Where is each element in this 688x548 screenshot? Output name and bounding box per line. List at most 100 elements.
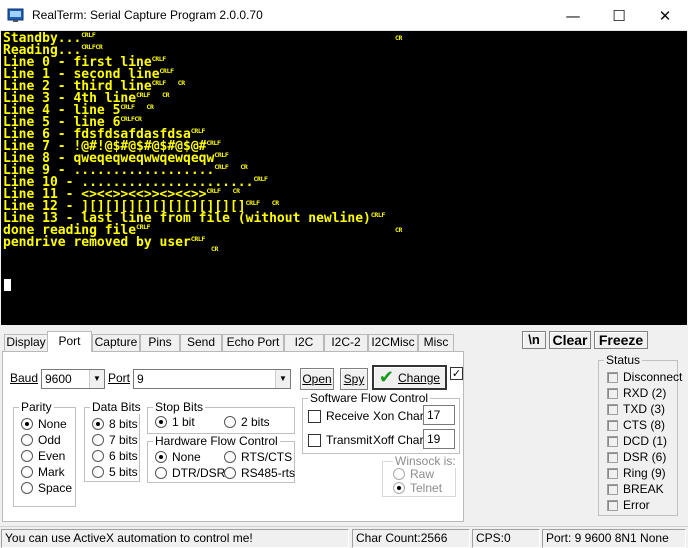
sw-flow-group: Software Flow Control Receive Xon Char: … [302, 391, 460, 454]
led-indicator [607, 467, 618, 479]
data-bits-7-radio[interactable]: 7 bits [92, 433, 138, 447]
stop-bits-title: Stop Bits [153, 400, 206, 414]
control-chars: CR [271, 199, 279, 207]
newline-button[interactable]: \n [522, 331, 546, 349]
xon-label: Xon Char: [373, 409, 428, 423]
status-break: BREAK [607, 482, 664, 496]
transmit-checkbox[interactable]: Transmit [308, 433, 372, 447]
parity-even-radio[interactable]: Even [21, 449, 65, 463]
status-error: Error [607, 498, 650, 512]
hw-flow-rtscts-radio[interactable]: RTS/CTS [224, 450, 292, 464]
stop-bits-2-radio[interactable]: 2 bits [224, 415, 270, 429]
change-button[interactable]: ✔ Change [372, 365, 447, 390]
tab-i2cmisc[interactable]: I2CMisc [368, 334, 418, 351]
app-icon [7, 7, 25, 23]
data-bits-8-radio[interactable]: 8 bits [92, 417, 138, 431]
control-chars: CRLF [245, 199, 260, 207]
control-chars: CRLF [214, 151, 229, 159]
control-chars: CRLFCR [81, 43, 103, 51]
tab-strip: Display Port Capture Pins Send Echo Port… [0, 331, 600, 352]
led-indicator [607, 419, 618, 431]
control-chars: CR [232, 187, 240, 195]
control-chars: CR [162, 91, 170, 99]
title-bar: RealTerm: Serial Capture Program 2.0.0.7… [0, 0, 688, 31]
winsock-raw-radio[interactable]: Raw [393, 467, 434, 481]
port-select[interactable]: 9 ▼ [133, 369, 291, 389]
hw-flow-none-radio[interactable]: None [155, 450, 201, 464]
winsock-telnet-radio[interactable]: Telnet [393, 481, 442, 495]
control-chars: CRLFCR [120, 115, 142, 123]
terminal-line-text: pendrive removed by user [3, 235, 191, 250]
control-chars: CRLF [370, 211, 385, 219]
control-chars: CRLF [136, 91, 151, 99]
stop-bits-1-radio[interactable]: 1 bit [155, 415, 195, 429]
chevron-down-icon[interactable]: ▼ [89, 370, 104, 388]
close-button[interactable]: ✕ [642, 0, 688, 31]
parity-odd-radio[interactable]: Odd [21, 433, 61, 447]
hw-flow-group: Hardware Flow Control None RTS/CTS DTR/D… [147, 434, 295, 483]
status-bar: You can use ActiveX automation to contro… [0, 526, 688, 548]
open-button[interactable]: Open [300, 368, 334, 390]
hw-flow-rs485-radio[interactable]: RS485-rts [224, 466, 295, 480]
parity-mark-radio[interactable]: Mark [21, 465, 65, 479]
tab-pins[interactable]: Pins [140, 334, 180, 351]
led-indicator [607, 451, 618, 463]
change-checkbox[interactable]: ✓ [450, 367, 463, 380]
control-chars: CRLF [214, 163, 229, 171]
sw-flow-title: Software Flow Control [308, 391, 431, 405]
chevron-down-icon[interactable]: ▼ [275, 370, 290, 388]
led-indicator [607, 387, 618, 399]
control-chars: CRLF [206, 139, 221, 147]
parity-group: Parity None Odd Even Mark Space [13, 400, 76, 507]
data-bits-6-radio[interactable]: 6 bits [92, 449, 138, 463]
minimize-button[interactable]: — [550, 0, 596, 31]
data-bits-title: Data Bits [90, 400, 143, 414]
status-txd: TXD (3) [607, 402, 665, 416]
status-title: Status [604, 353, 643, 367]
change-label: Change [398, 370, 441, 385]
spy-button[interactable]: Spy [340, 368, 368, 390]
freeze-button[interactable]: Freeze [594, 331, 648, 349]
control-chars: CRLF [190, 235, 205, 243]
control-chars: CRLF [136, 223, 151, 231]
tab-send[interactable]: Send [180, 334, 222, 351]
data-bits-group: Data Bits 8 bits 7 bits 6 bits 5 bits [84, 400, 143, 482]
led-indicator [607, 499, 618, 511]
terminal-display[interactable]: Standby...CRLF CR Reading...CRLFCR Line 0 -… [1, 31, 687, 325]
control-chars: CRLF [81, 31, 96, 39]
winsock-title: Winsock is: [393, 454, 458, 468]
xoff-input[interactable]: 19 [423, 429, 455, 449]
control-chars: CR [177, 79, 185, 87]
status-disconnect: Disconnect [607, 370, 682, 384]
hw-flow-dtrdsr-radio[interactable]: DTR/DSR [155, 466, 225, 480]
baud-select[interactable]: 9600 ▼ [41, 369, 105, 389]
clear-button[interactable]: Clear [549, 331, 591, 349]
tab-echo-port[interactable]: Echo Port [222, 334, 284, 351]
control-chars: CR [240, 163, 248, 171]
control-chars: CRLF [151, 55, 166, 63]
tab-capture[interactable]: Capture [92, 334, 140, 351]
xon-input[interactable]: 17 [423, 405, 455, 425]
tab-i2c[interactable]: I2C [284, 334, 324, 351]
data-bits-5-radio[interactable]: 5 bits [92, 465, 138, 479]
tab-display[interactable]: Display [4, 334, 48, 351]
control-chars: CRLF [159, 67, 174, 75]
hw-flow-title: Hardware Flow Control [153, 434, 280, 448]
port-tab-panel: Baud 9600 ▼ Port 9 ▼ Open Spy ✔ Change ✓… [2, 351, 464, 522]
tab-misc[interactable]: Misc [418, 334, 454, 351]
tab-port[interactable]: Port [47, 331, 92, 352]
control-chars: CRLF [253, 175, 268, 183]
control-chars: CR [395, 34, 403, 42]
status-cts: CTS (8) [607, 418, 665, 432]
parity-none-radio[interactable]: None [21, 417, 67, 431]
status-rxd: RXD (2) [607, 386, 666, 400]
maximize-button[interactable]: ☐ [596, 0, 642, 31]
receive-checkbox[interactable]: Receive [308, 409, 369, 423]
status-group: Status Disconnect RXD (2) TXD (3) CTS (8… [598, 353, 682, 516]
cps-readout: CPS:0 [472, 529, 540, 548]
parity-space-radio[interactable]: Space [21, 481, 72, 495]
parity-title: Parity [19, 400, 54, 414]
text-cursor [4, 279, 11, 291]
tab-i2c-2[interactable]: I2C-2 [324, 334, 368, 351]
xoff-label: Xoff Char: [373, 433, 427, 447]
